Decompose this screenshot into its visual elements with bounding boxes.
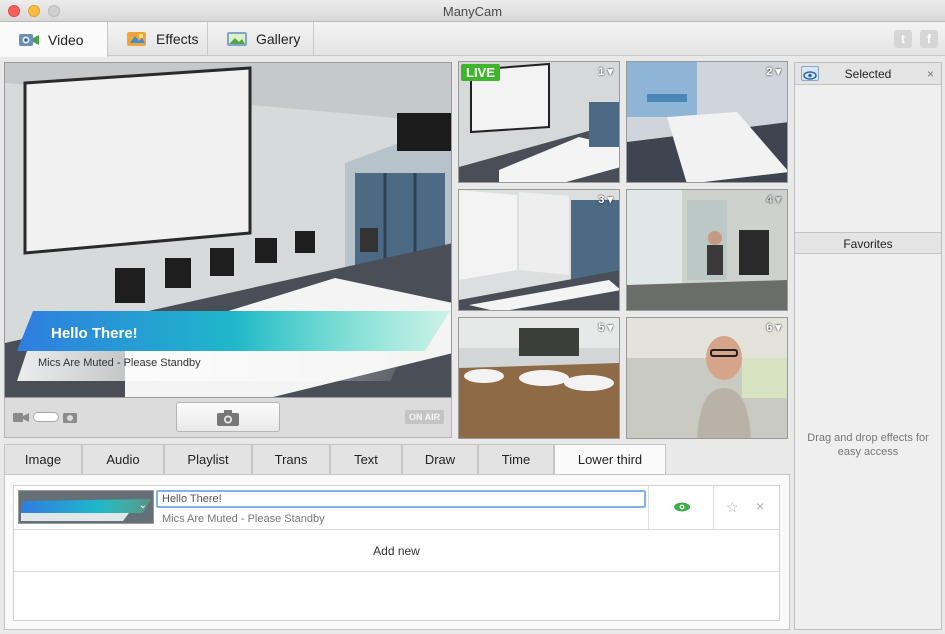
visibility-eye-icon[interactable] — [673, 501, 691, 516]
tab-draw[interactable]: Draw — [402, 444, 478, 475]
lower-third-panel: ⌄ Mics Are Muted - Please Standby ☆ × Ad… — [4, 474, 790, 630]
source-cell-1[interactable]: LIVE 1 ▾ — [458, 61, 620, 183]
tab-effects[interactable]: Effects — [108, 22, 208, 56]
chevron-down-icon: ⌄ — [138, 500, 147, 511]
tab-trans[interactable]: Trans — [252, 444, 330, 475]
source-number[interactable]: 2 ▾ — [766, 65, 781, 78]
lower-third-style-select[interactable]: ⌄ — [18, 490, 154, 524]
window-title: ManyCam — [442, 4, 503, 19]
effects-sub-tabs: Image Audio Playlist Trans Text Draw Tim… — [4, 444, 790, 476]
tab-audio[interactable]: Audio — [82, 444, 164, 475]
source-cell-6[interactable]: 6 ▾ — [626, 317, 788, 439]
capture-mode-toggle[interactable] — [33, 412, 59, 422]
live-badge: LIVE — [461, 64, 500, 81]
tab-effects-label: Effects — [156, 31, 199, 47]
lower-third-row: ⌄ Mics Are Muted - Please Standby ☆ × — [14, 486, 779, 530]
favorites-drop-hint: Drag and drop effects for easy access — [807, 432, 929, 458]
photo-camera-small-icon — [63, 411, 77, 426]
lower-third-list: ⌄ Mics Are Muted - Please Standby ☆ × Ad… — [13, 485, 780, 621]
on-air-indicator: ON AIR — [405, 410, 445, 424]
facebook-icon[interactable]: f — [920, 30, 938, 48]
source-3-image — [459, 190, 619, 310]
tab-video[interactable]: Video — [0, 22, 108, 57]
lower-third-title-input[interactable] — [156, 490, 646, 508]
effects-icon — [126, 30, 148, 48]
source-5-image — [459, 318, 619, 438]
main-toolbar: Video Effects Gallery t f — [0, 22, 945, 57]
source-2-image — [627, 62, 787, 182]
tab-text[interactable]: Text — [330, 444, 402, 475]
tab-playlist[interactable]: Playlist — [164, 444, 252, 475]
lower-third-subtitle: Mics Are Muted - Please Standby — [38, 357, 201, 369]
visibility-cell — [648, 486, 714, 530]
twitter-icon[interactable]: t — [894, 30, 912, 48]
source-number[interactable]: 3 ▾ — [598, 193, 613, 206]
main-preview: Hello There! Mics Are Muted - Please Sta… — [4, 62, 452, 398]
right-panel: Selected × Favorites Drag and drop effec… — [794, 62, 942, 630]
lower-third-style-preview — [19, 491, 153, 523]
favorites-header: Favorites — [795, 232, 941, 254]
remove-item-icon[interactable]: × — [756, 498, 764, 514]
source-number[interactable]: 5 ▾ — [598, 321, 613, 334]
selected-title: Selected — [844, 67, 892, 81]
add-new-row[interactable]: Add new — [14, 530, 779, 572]
selected-header: Selected × — [795, 63, 941, 85]
source-number[interactable]: 4 ▾ — [766, 193, 781, 206]
preview-controls: ON AIR — [4, 398, 452, 438]
source-cell-5[interactable]: 5 ▾ — [458, 317, 620, 439]
video-camera-icon — [18, 31, 40, 49]
source-cell-2[interactable]: 2 ▾ — [626, 61, 788, 183]
lower-third-title: Hello There! — [51, 325, 138, 342]
source-number[interactable]: 6 ▾ — [766, 321, 781, 334]
source-number[interactable]: 1 ▾ — [598, 65, 613, 78]
tab-lower-third[interactable]: Lower third — [554, 444, 666, 476]
tab-video-label: Video — [48, 31, 84, 48]
close-icon[interactable]: × — [927, 63, 934, 85]
tab-time[interactable]: Time — [478, 444, 554, 475]
snapshot-button[interactable] — [176, 402, 280, 432]
camera-icon — [217, 410, 239, 429]
gallery-icon — [226, 30, 248, 48]
source-cell-4[interactable]: 4 ▾ — [626, 189, 788, 311]
eye-icon[interactable] — [801, 66, 819, 81]
video-camera-small-icon — [13, 412, 29, 426]
source-6-image — [627, 318, 787, 438]
title-bar: ManyCam — [0, 0, 945, 22]
source-4-image — [627, 190, 787, 310]
favorite-star-icon[interactable]: ☆ — [726, 499, 739, 516]
lower-third-subtitle-text[interactable]: Mics Are Muted - Please Standby — [162, 513, 325, 525]
lower-third-graphic — [17, 311, 450, 381]
favorites-title: Favorites — [843, 237, 893, 251]
add-new-label: Add new — [373, 544, 420, 558]
tab-gallery-label: Gallery — [256, 31, 301, 47]
tab-gallery[interactable]: Gallery — [208, 22, 314, 56]
tab-image[interactable]: Image — [4, 444, 82, 475]
source-cell-3[interactable]: 3 ▾ — [458, 189, 620, 311]
